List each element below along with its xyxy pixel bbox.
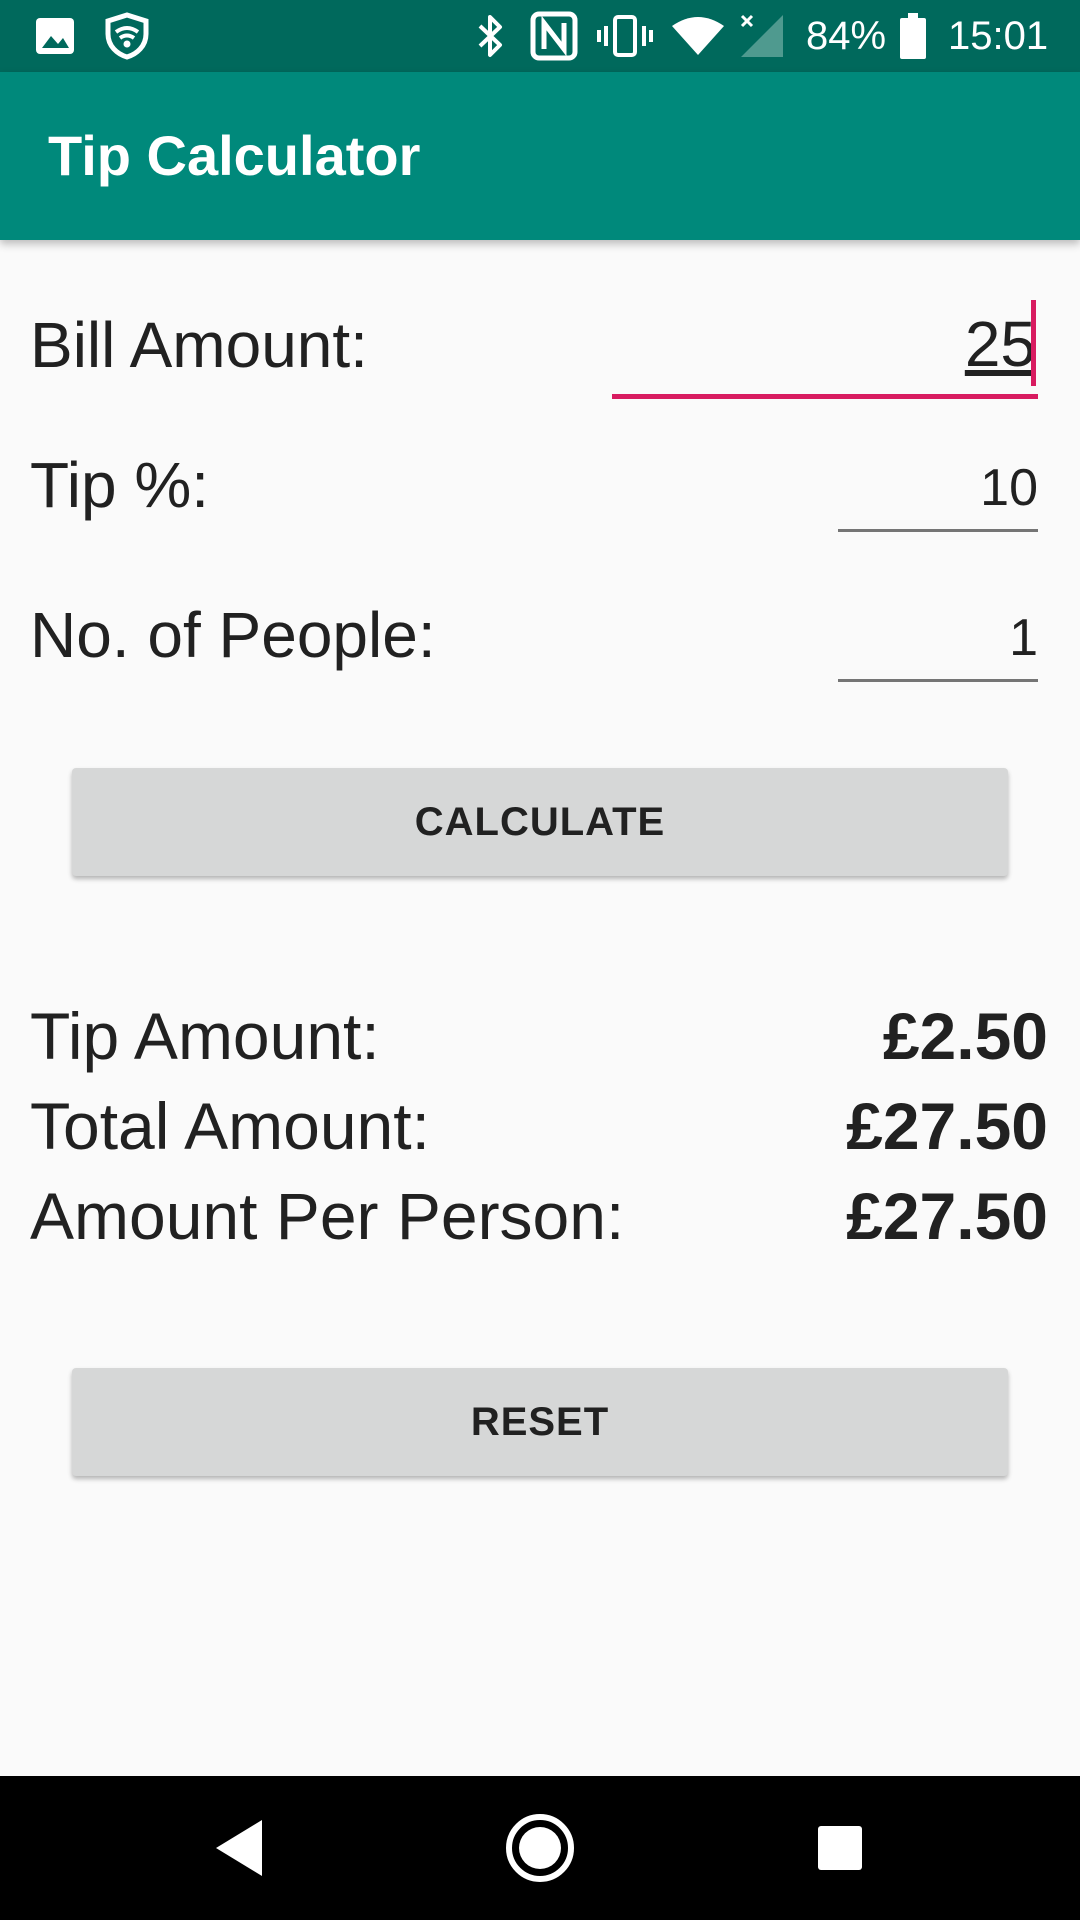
battery-icon xyxy=(896,10,930,62)
people-underline xyxy=(838,679,1038,682)
text-cursor xyxy=(1031,300,1036,386)
tip-percent-underline xyxy=(838,529,1038,532)
app-bar: Tip Calculator xyxy=(0,72,1080,240)
bluetooth-icon xyxy=(470,10,510,62)
shield-icon xyxy=(100,10,154,62)
back-icon[interactable] xyxy=(150,1776,330,1920)
bill-amount-underline xyxy=(612,394,1038,399)
reset-button[interactable]: RESET xyxy=(72,1368,1008,1476)
people-input[interactable] xyxy=(838,602,1038,674)
tip-amount-label: Tip Amount: xyxy=(30,999,380,1073)
per-person-value: £27.50 xyxy=(846,1179,1048,1253)
per-person-label: Amount Per Person: xyxy=(30,1179,625,1253)
bill-amount-input[interactable] xyxy=(612,300,1036,388)
bill-amount-label: Bill Amount: xyxy=(30,309,368,381)
navigation-bar xyxy=(0,1776,1080,1920)
gallery-icon xyxy=(30,10,80,62)
nfc-icon xyxy=(528,10,580,62)
clock: 15:01 xyxy=(948,14,1049,58)
total-amount-label: Total Amount: xyxy=(30,1089,430,1163)
wifi-icon xyxy=(670,10,726,62)
total-amount-value: £27.50 xyxy=(846,1089,1048,1163)
people-label: No. of People: xyxy=(30,599,436,671)
calculate-button[interactable]: CALCULATE xyxy=(72,768,1008,876)
signal-icon xyxy=(738,10,786,62)
tip-percent-input[interactable] xyxy=(838,452,1038,524)
recents-icon[interactable] xyxy=(750,1776,930,1920)
home-icon[interactable] xyxy=(450,1776,630,1920)
app-title: Tip Calculator xyxy=(48,124,421,187)
vibrate-icon xyxy=(596,10,654,62)
status-bar: 84% 15:01 xyxy=(0,0,1080,72)
battery-percent: 84% xyxy=(806,14,887,58)
tip-amount-value: £2.50 xyxy=(882,999,1048,1073)
tip-percent-label: Tip %: xyxy=(30,449,209,521)
